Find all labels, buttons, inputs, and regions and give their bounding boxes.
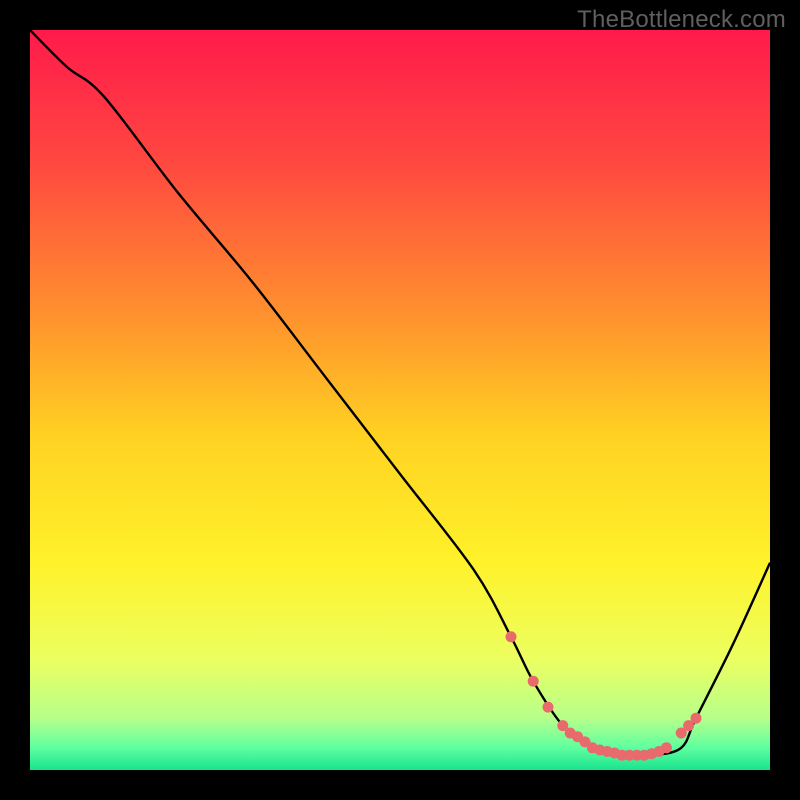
- gradient-background: [30, 30, 770, 770]
- marker-dot: [691, 713, 702, 724]
- chart-svg: [30, 30, 770, 770]
- marker-dot: [528, 676, 539, 687]
- chart-frame: TheBottleneck.com: [0, 0, 800, 800]
- plot-area: [30, 30, 770, 770]
- marker-dot: [506, 631, 517, 642]
- marker-dot: [661, 742, 672, 753]
- marker-dot: [543, 702, 554, 713]
